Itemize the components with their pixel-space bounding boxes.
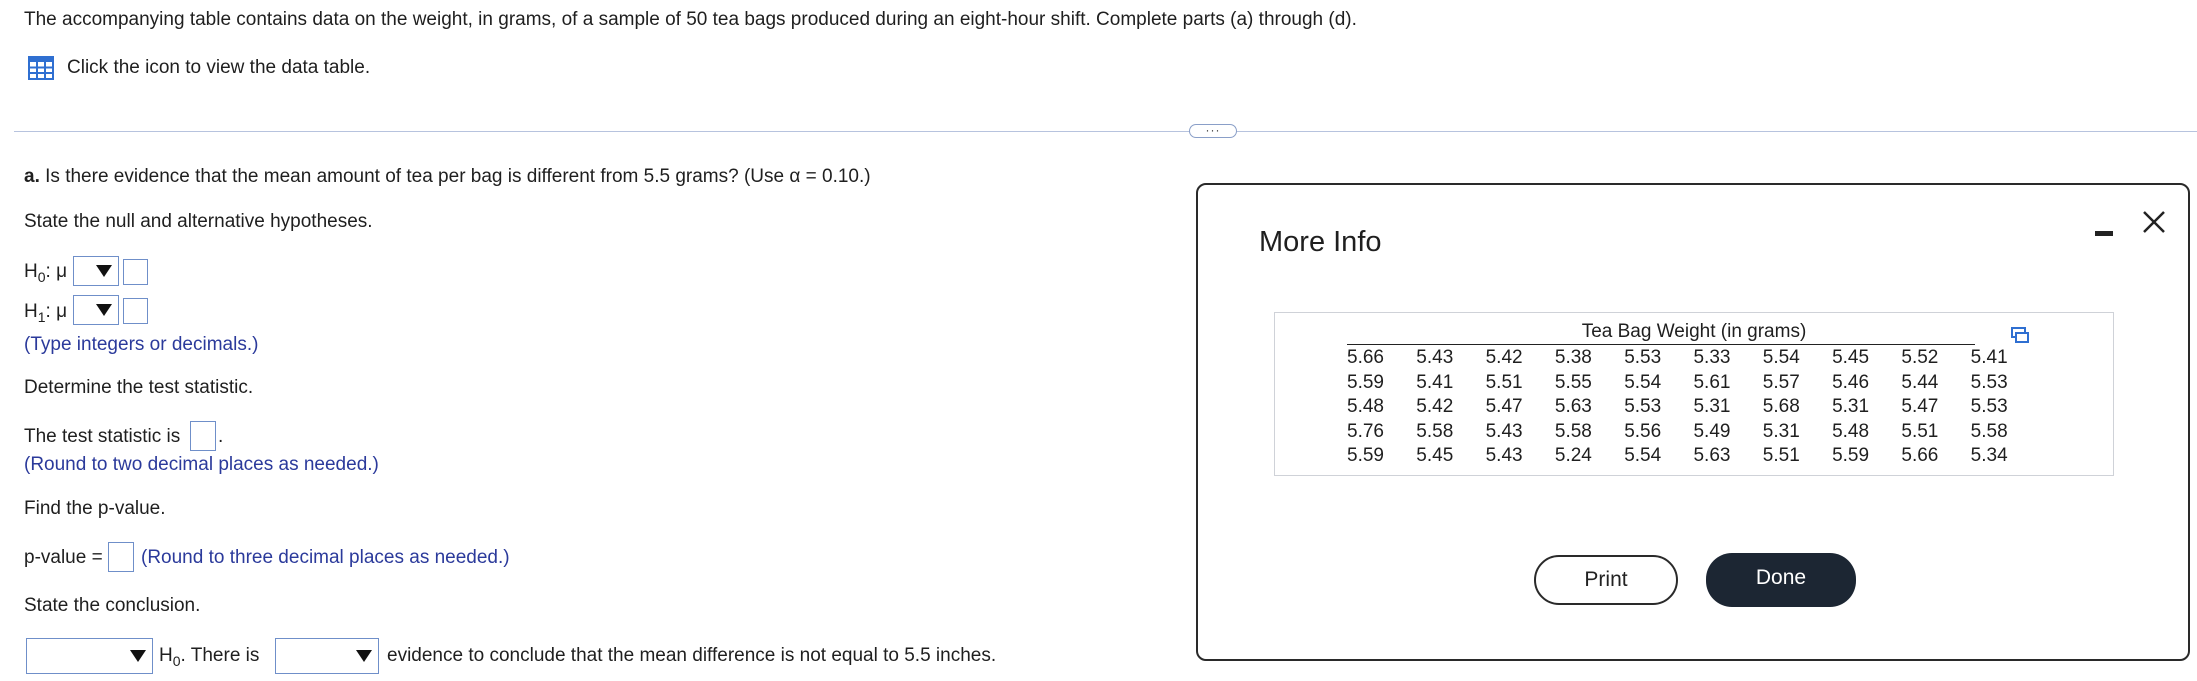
print-button[interactable]: Print	[1534, 555, 1678, 605]
copy-icon[interactable]	[2011, 327, 2029, 343]
table-cell: 5.49	[1693, 420, 1731, 442]
table-cell: 5.52	[1901, 347, 1939, 368]
table-cell: 5.51	[1901, 420, 1939, 442]
table-cell: 5.41	[1970, 347, 2008, 368]
table-cell: 5.44	[1901, 371, 1939, 393]
table-cell: 5.58	[1554, 420, 1592, 442]
table-cell: 5.31	[1762, 420, 1800, 442]
chevron-down-icon	[96, 304, 112, 316]
h1-value-input[interactable]	[123, 298, 148, 324]
table-cell: 5.24	[1554, 445, 1592, 466]
table-cell: 5.48	[1347, 396, 1384, 417]
test-statistic-hint: (Round to two decimal places as needed.)	[24, 454, 379, 475]
table-cell: 5.47	[1485, 396, 1523, 417]
conclusion-h0-text: H0. There is	[159, 645, 260, 669]
table-cell: 5.42	[1416, 396, 1454, 417]
question-a: a. Is there evidence that the mean amoun…	[24, 165, 871, 189]
table-cell: 5.76	[1347, 420, 1384, 442]
table-cell: 5.42	[1485, 347, 1523, 368]
table-cell: 5.53	[1970, 396, 2008, 417]
close-icon[interactable]	[2142, 210, 2166, 234]
table-cell: 5.59	[1347, 371, 1384, 393]
table-cell: 5.47	[1901, 396, 1939, 417]
pvalue-label: p-value =	[24, 547, 103, 568]
table-cell: 5.53	[1624, 347, 1662, 368]
pvalue-input[interactable]	[108, 542, 134, 572]
table-cell: 5.31	[1693, 396, 1731, 417]
h1-label: H1: μ	[24, 301, 68, 325]
table-cell: 5.54	[1624, 371, 1662, 393]
table-cell: 5.54	[1762, 347, 1800, 368]
hypotheses-hint: (Type integers or decimals.)	[24, 334, 259, 355]
table-cell: 5.56	[1624, 420, 1662, 442]
table-cell: 5.57	[1762, 371, 1800, 393]
view-data-link[interactable]: Click the icon to view the data table.	[67, 56, 370, 80]
hypotheses-prompt: State the null and alternative hypothese…	[24, 211, 373, 232]
conclusion-decision-dropdown[interactable]	[26, 638, 153, 674]
table-cell: 5.59	[1347, 445, 1384, 466]
table-row: 5.59 5.41 5.51 5.55 5.54 5.61 5.57 5.46 5.44 5.53	[1347, 371, 2040, 396]
table-cell: 5.63	[1693, 445, 1731, 466]
conclusion-end-text: evidence to conclude that the mean diffe…	[387, 645, 997, 666]
table-cell: 5.58	[1416, 420, 1454, 442]
h0-label: H0: μ	[24, 261, 68, 285]
table-cell: 5.43	[1416, 347, 1454, 368]
section-divider	[14, 131, 2197, 132]
data-grid: 5.66 5.43 5.42 5.38 5.53 5.33 5.54 5.45 5.52 5.41…	[1347, 346, 2040, 469]
intro-text: The accompanying table contains data on …	[24, 9, 1357, 30]
test-statistic-period: .	[218, 426, 224, 447]
caption-underline	[1347, 344, 1975, 345]
h0-value-input[interactable]	[123, 259, 148, 285]
table-cell: 5.43	[1485, 420, 1523, 442]
pvalue-hint: (Round to three decimal places as needed…	[141, 547, 510, 568]
test-statistic-input[interactable]	[190, 421, 216, 451]
table-row: 5.48 5.42 5.47 5.63 5.53 5.31 5.68 5.31 5.47 5.53	[1347, 395, 2040, 420]
table-cell: 5.66	[1347, 347, 1384, 368]
table-cell: 5.53	[1970, 371, 2008, 393]
h1-operator-dropdown[interactable]	[73, 295, 119, 325]
table-cell: 5.41	[1416, 371, 1454, 393]
table-cell: 5.51	[1485, 371, 1523, 393]
table-cell: 5.43	[1485, 445, 1523, 466]
table-cell: 5.66	[1901, 445, 1939, 466]
table-row: 5.76 5.58 5.43 5.58 5.56 5.49 5.31 5.48 5.51 5.58	[1347, 420, 2040, 445]
table-cell: 5.45	[1832, 347, 1870, 368]
table-cell: 5.34	[1970, 445, 2008, 466]
question-a-text: Is there evidence that the mean amount o…	[45, 166, 871, 187]
table-cell: 5.68	[1762, 396, 1800, 417]
table-cell: 5.58	[1970, 420, 2008, 442]
question-a-label: a.	[24, 166, 40, 187]
test-statistic-prompt: Determine the test statistic.	[24, 377, 254, 398]
table-cell: 5.51	[1762, 445, 1800, 466]
table-cell: 5.46	[1832, 371, 1870, 393]
table-cell: 5.63	[1554, 396, 1592, 417]
table-row: 5.59 5.45 5.43 5.24 5.54 5.63 5.51 5.59 5.66 5.34	[1347, 444, 2040, 469]
chevron-down-icon	[96, 265, 112, 277]
minimize-icon[interactable]	[2095, 223, 2113, 241]
table-cell: 5.48	[1832, 420, 1870, 442]
table-cell: 5.33	[1693, 347, 1731, 368]
table-row: 5.66 5.43 5.42 5.38 5.53 5.33 5.54 5.45 5.52 5.41	[1347, 346, 2040, 371]
done-button[interactable]: Done	[1706, 553, 1856, 607]
test-statistic-row: The test statistic is	[24, 426, 181, 447]
table-cell: 5.38	[1554, 347, 1592, 368]
table-cell: 5.54	[1624, 445, 1662, 466]
chevron-down-icon	[130, 650, 146, 662]
pvalue-prompt: Find the p-value.	[24, 498, 166, 519]
table-cell: 5.45	[1416, 445, 1454, 466]
table-grid-icon[interactable]	[28, 56, 54, 80]
data-table: Tea Bag Weight (in grams) 5.66 5.43 5.42 5.…	[1274, 312, 2114, 476]
conclusion-prompt: State the conclusion.	[24, 595, 201, 616]
expand-dots-button[interactable]: ···	[1189, 124, 1237, 138]
conclusion-evidence-dropdown[interactable]	[275, 638, 379, 674]
data-table-caption: Tea Bag Weight (in grams)	[1581, 321, 1807, 342]
chevron-down-icon	[356, 650, 372, 662]
dialog-title: More Info	[1259, 226, 1382, 258]
table-cell: 5.53	[1624, 396, 1662, 417]
table-cell: 5.61	[1693, 371, 1731, 393]
table-cell: 5.31	[1832, 396, 1870, 417]
table-cell: 5.55	[1554, 371, 1592, 393]
h0-operator-dropdown[interactable]	[73, 256, 119, 286]
table-cell: 5.59	[1832, 445, 1870, 466]
